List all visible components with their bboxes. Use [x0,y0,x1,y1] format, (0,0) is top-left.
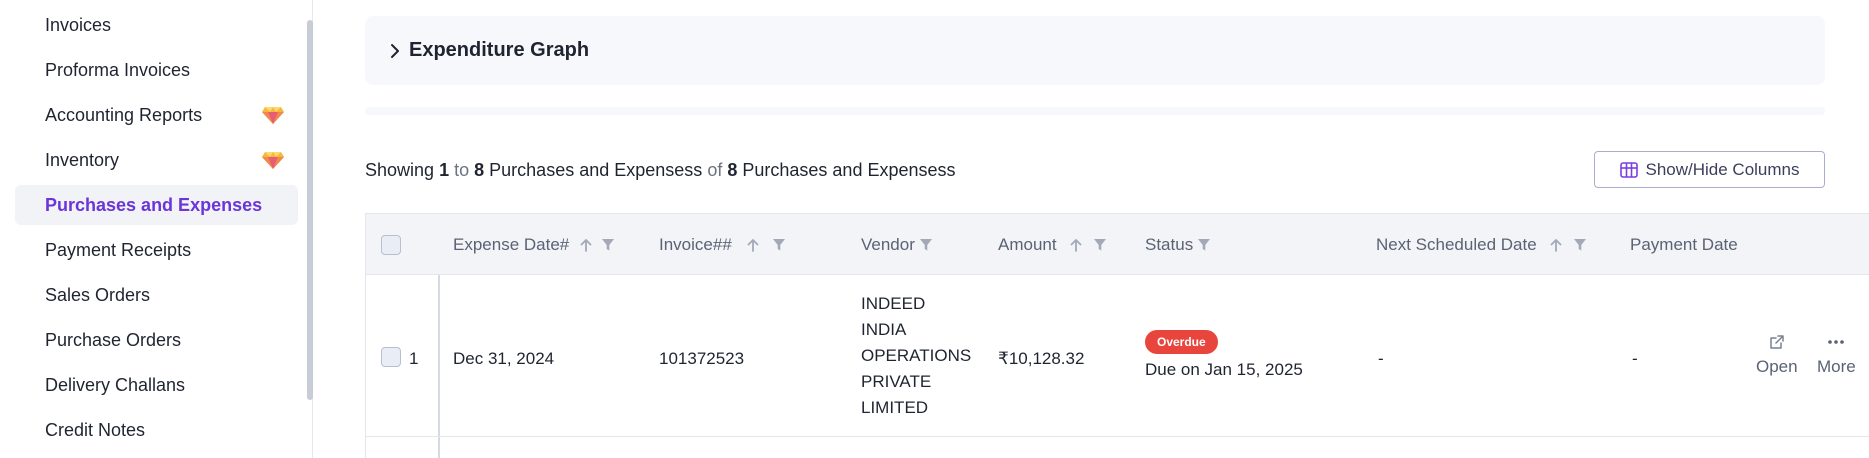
columns-grid-icon [1620,161,1639,178]
column-label: Invoice## [659,235,732,254]
filter-icon[interactable] [601,238,615,252]
select-all-checkbox[interactable] [381,235,401,255]
due-date-text: Due on Jan 15, 2025 [1145,360,1303,379]
premium-gem-icon [262,152,284,169]
open-action-button[interactable]: Open [1756,333,1798,377]
open-action-label: Open [1756,357,1798,376]
summary-entity: Purchases and Expensess [742,160,956,180]
vendor-name-line: LIMITED [861,398,929,417]
filter-icon[interactable] [772,238,786,252]
sidebar-item-delivery-challans[interactable]: Delivery Challans [15,365,298,405]
summary-entity: Purchases and Expensess [489,160,703,180]
column-header-payment-date[interactable]: Payment Date [1630,214,1758,276]
table-row[interactable]: 1 Dec 31, 2024 101372523 INDEED INDIA OP… [366,275,1869,437]
summary-to-word: to [454,160,470,180]
payment-date-cell: - [1632,349,1638,368]
column-header-expense-date[interactable]: Expense Date# [453,214,615,276]
external-link-icon [1770,335,1784,349]
sidebar-item-credit-notes[interactable]: Credit Notes [15,410,298,450]
filter-icon[interactable] [919,238,933,252]
sidebar-item-proforma-invoices[interactable]: Proforma Invoices [15,50,298,90]
column-label: Status [1145,235,1194,254]
show-hide-columns-label: Show/Hide Columns [1645,159,1800,179]
summary-total: 8 [727,160,738,180]
results-summary: Showing 1 to 8 Purchases and Expensess o… [365,160,956,181]
vendor-cell: INDEED INDIA OPERATIONS PRIVATE LIMITED [861,291,971,421]
sidebar-item-label: Sales Orders [45,284,151,305]
filter-icon[interactable] [1093,238,1107,252]
sidebar: Invoices Proforma Invoices Accounting Re… [0,0,313,458]
sidebar-item-payment-receipts[interactable]: Payment Receipts [15,230,298,270]
sidebar-item-label: Invoices [45,14,112,35]
column-header-status[interactable]: Status [1145,214,1211,276]
sidebar-item-label: Proforma Invoices [45,59,191,80]
graph-title: Expenditure Graph [409,39,590,61]
chevron-right-icon [391,43,399,58]
more-action-button[interactable]: More [1817,333,1856,377]
summary-from: 1 [439,160,450,180]
sidebar-item-accounting-reports[interactable]: Accounting Reports [15,95,298,135]
sidebar-item-purchases-and-expenses[interactable]: Purchases and Expenses [15,185,298,225]
filter-icon[interactable] [1197,238,1211,252]
column-label: Payment Date [1630,235,1738,254]
vendor-name-line: INDIA [861,320,907,339]
table-header: Expense Date# Invoice## Vendor Amount St… [366,213,1869,275]
column-label: Expense Date# [453,235,570,254]
sort-arrow-icon[interactable] [579,237,593,253]
sidebar-item-sales-orders[interactable]: Sales Orders [15,275,298,315]
row-index: 1 [409,349,419,368]
more-dots-icon [1828,340,1845,344]
divider [365,107,1825,115]
sort-arrow-icon[interactable] [746,237,760,253]
main-content: Expenditure Graph Showing 1 to 8 Purchas… [313,0,1869,458]
sidebar-item-inventory[interactable]: Inventory [15,140,298,180]
sidebar-item-label: Accounting Reports [45,104,203,125]
filter-icon[interactable] [1573,238,1587,252]
sort-arrow-icon[interactable] [1069,237,1083,253]
column-header-amount[interactable]: Amount [998,214,1107,276]
more-action-label: More [1817,357,1856,376]
vendor-name-line: INDEED [861,294,926,313]
sidebar-item-label: Inventory [45,149,120,170]
column-header-invoice[interactable]: Invoice## [659,214,786,276]
column-label: Next Scheduled Date [1376,235,1537,254]
column-header-vendor[interactable]: Vendor [861,214,933,276]
sidebar-item-label: Payment Receipts [45,239,192,260]
invoice-number-cell[interactable]: 101372523 [659,349,744,369]
amount-cell: ₹10,128.32 [998,349,1085,368]
sort-arrow-icon[interactable] [1549,237,1563,253]
column-header-next-scheduled-date[interactable]: Next Scheduled Date [1376,214,1587,276]
summary-to: 8 [474,160,485,180]
row-checkbox[interactable] [381,347,401,367]
premium-gem-icon [262,107,284,124]
sidebar-item-label: Purchases and Expenses [45,194,263,215]
show-hide-columns-button[interactable]: Show/Hide Columns [1594,151,1825,188]
expenses-table: Expense Date# Invoice## Vendor Amount St… [365,213,1869,458]
vendor-name-line: OPERATIONS [861,346,972,365]
vendor-name-line: PRIVATE [861,372,932,391]
select-all-cell [381,214,401,276]
column-label: Vendor [861,235,915,254]
sidebar-item-invoices[interactable]: Invoices [15,5,298,45]
summary-prefix: Showing [365,160,435,180]
sidebar-item-purchase-orders[interactable]: Purchase Orders [15,320,298,360]
column-label: Amount [998,235,1057,254]
expense-date-cell: Dec 31, 2024 [453,349,555,368]
sidebar-item-label: Delivery Challans [45,374,186,395]
summary-of-word: of [707,160,723,180]
next-scheduled-date-cell: - [1378,349,1384,368]
expenditure-graph-toggle[interactable]: Expenditure Graph [365,16,1825,85]
overdue-status-badge: Overdue [1145,330,1218,354]
status-cell: Overdue Due on Jan 15, 2025 [1145,330,1303,380]
sidebar-item-label: Credit Notes [45,419,146,440]
sidebar-item-label: Purchase Orders [45,329,182,350]
